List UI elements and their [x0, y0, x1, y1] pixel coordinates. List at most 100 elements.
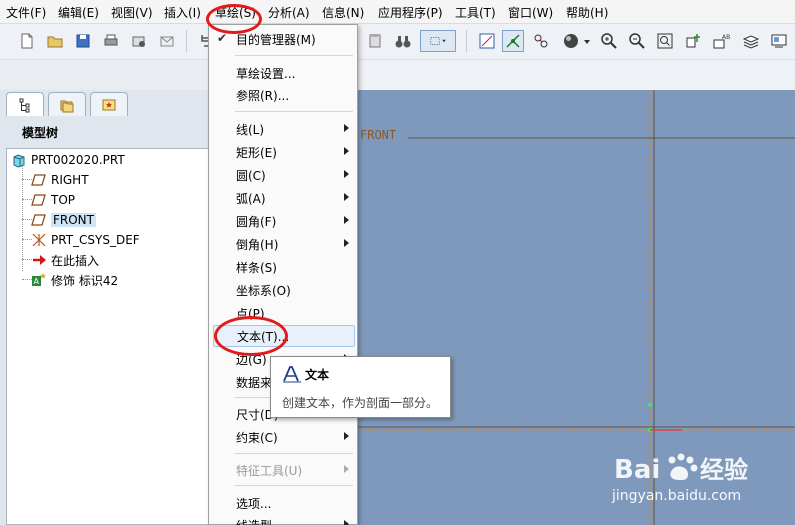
saved-views-icon[interactable]: AB	[710, 30, 732, 52]
new-file-icon[interactable]	[16, 30, 38, 52]
tree-node-top[interactable]: TOP	[31, 191, 75, 209]
menu-window[interactable]: 窗口(W)	[508, 4, 553, 21]
menu-item-options[interactable]: 选项...	[209, 492, 357, 514]
menu-item-label: 草绘设置...	[236, 66, 296, 81]
submenu-arrow-icon	[344, 239, 349, 247]
menu-item-label: 样条(S)	[236, 260, 277, 275]
menu-view[interactable]: 视图(V)	[111, 4, 153, 21]
select-box-dropdown-icon[interactable]	[420, 30, 456, 52]
tree-node-right[interactable]: RIGHT	[31, 171, 89, 189]
reorient-icon[interactable]	[682, 30, 704, 52]
menu-item-references[interactable]: 参照(R)...	[209, 84, 357, 106]
menu-applications[interactable]: 应用程序(P)	[378, 4, 443, 21]
menu-item-spline[interactable]: 样条(S)	[209, 256, 357, 278]
annotation-ring-text-item	[214, 316, 288, 356]
menu-tools[interactable]: 工具(T)	[455, 4, 496, 21]
save-icon[interactable]	[72, 30, 94, 52]
insert-arrow-icon	[31, 252, 47, 268]
menu-info[interactable]: 信息(N)	[322, 4, 364, 21]
menu-item-coordinate-system[interactable]: 坐标系(O)	[209, 279, 357, 301]
zoom-out-icon[interactable]	[626, 30, 648, 52]
tree-node-insert-here[interactable]: 在此插入	[31, 251, 99, 269]
svg-text:Bai: Bai	[614, 455, 660, 485]
datum-point-display-icon[interactable]	[530, 30, 552, 52]
send-mail-icon[interactable]	[128, 30, 150, 52]
submenu-arrow-icon	[344, 193, 349, 201]
tree-node-label: PRT002020.PRT	[31, 153, 125, 167]
tree-node-label: 修饰 标识42	[51, 273, 119, 288]
menu-file[interactable]: 文件(F)	[6, 4, 46, 21]
menu-item-label: 选项...	[236, 496, 272, 511]
tab-model-tree[interactable]	[6, 92, 44, 116]
menu-item-circle[interactable]: 圆(C)	[209, 164, 357, 186]
tree-node-csys[interactable]: PRT_CSYS_DEF	[31, 231, 140, 249]
svg-text:AB: AB	[722, 34, 730, 41]
tree-node-cosmetic[interactable]: A 修饰 标识42	[31, 271, 118, 289]
menu-item-label: 线(L)	[236, 122, 265, 137]
tree-node-label: RIGHT	[51, 173, 89, 187]
datum-plane-label: FRONT	[360, 128, 397, 142]
menu-item-label: 数据来	[236, 375, 273, 390]
menu-item-line[interactable]: 线(L)	[209, 118, 357, 140]
datum-plane-icon	[31, 192, 47, 208]
tree-node-part[interactable]: PRT002020.PRT	[11, 151, 125, 169]
tree-node-front[interactable]: FRONT	[31, 211, 96, 229]
tree-node-label: TOP	[51, 193, 76, 207]
menu-item-label: 坐标系(O)	[236, 283, 291, 298]
layers-icon[interactable]	[740, 30, 762, 52]
datum-plane-icon	[31, 172, 47, 188]
menu-item-label: 圆(C)	[236, 168, 266, 183]
menu-item-arc[interactable]: 弧(A)	[209, 187, 357, 209]
binoculars-icon[interactable]	[392, 30, 414, 52]
menu-item-feature-tools: 特征工具(U)	[209, 459, 357, 481]
submenu-arrow-icon	[344, 124, 349, 132]
shading-dropdown-icon[interactable]	[582, 30, 592, 52]
menu-item-chamfer[interactable]: 倒角(H)	[209, 233, 357, 255]
menu-item-sketch-setup[interactable]: 草绘设置...	[209, 62, 357, 84]
tooltip-description: 创建文本，作为剖面一部分。	[282, 396, 439, 410]
annotation-ring-sketch-menu	[206, 4, 262, 34]
tree-node-label: PRT_CSYS_DEF	[51, 233, 140, 247]
tab-folder-browser[interactable]	[48, 92, 86, 116]
tab-favorites[interactable]	[90, 92, 128, 116]
view-manager-icon[interactable]	[768, 30, 790, 52]
shading-sphere-icon[interactable]	[560, 30, 582, 52]
menu-help[interactable]: 帮助(H)	[566, 4, 608, 21]
menu-item-constrain[interactable]: 约束(C)	[209, 426, 357, 448]
menu-analysis[interactable]: 分析(A)	[268, 4, 310, 21]
datum-axis-display-icon[interactable]	[502, 30, 524, 52]
refit-icon[interactable]	[654, 30, 676, 52]
favorites-icon	[102, 99, 116, 110]
menu-item-label: 参照(R)...	[236, 88, 290, 103]
menu-insert[interactable]: 插入(I)	[164, 4, 201, 21]
sketch-menu-dropdown: ✔ 目的管理器(M) 草绘设置... 参照(R)... 线(L) 矩形(E) 圆…	[208, 24, 358, 525]
toolbar-separator	[186, 30, 187, 52]
menu-bar: 文件(F) 编辑(E) 视图(V) 插入(I) 草绘(S) 分析(A) 信息(N…	[0, 0, 795, 24]
graphics-header-strip	[360, 60, 795, 90]
menu-item-rectangle[interactable]: 矩形(E)	[209, 141, 357, 163]
datum-plane-display-icon[interactable]	[476, 30, 498, 52]
mail-attach-icon[interactable]	[156, 30, 178, 52]
toolbar: AB	[0, 24, 795, 60]
zoom-in-icon[interactable]	[598, 30, 620, 52]
menu-item-label: 倒角(H)	[236, 237, 279, 252]
part-icon	[11, 152, 27, 168]
text-tooltip: 文本 创建文本，作为剖面一部分。	[270, 356, 451, 418]
menu-edit[interactable]: 编辑(E)	[58, 4, 99, 21]
print-icon[interactable]	[100, 30, 122, 52]
menu-item-label: 线造型	[236, 517, 272, 525]
submenu-arrow-icon	[344, 465, 349, 473]
paste-icon[interactable]	[364, 30, 386, 52]
open-folder-icon[interactable]	[44, 30, 66, 52]
watermark-url: jingyan.baidu.com	[612, 488, 742, 504]
menu-separator	[235, 453, 353, 454]
submenu-arrow-icon	[344, 520, 349, 525]
tree-node-label: FRONT	[51, 213, 96, 227]
menu-item-line-style[interactable]: 线造型	[209, 514, 357, 525]
menu-item-fillet[interactable]: 圆角(F)	[209, 210, 357, 232]
menu-separator	[235, 111, 353, 112]
svg-text:A: A	[34, 277, 40, 286]
menu-item-label: 约束(C)	[236, 430, 278, 445]
tooltip-title: 文本	[305, 368, 330, 382]
model-tree-title: 模型树	[22, 126, 59, 140]
